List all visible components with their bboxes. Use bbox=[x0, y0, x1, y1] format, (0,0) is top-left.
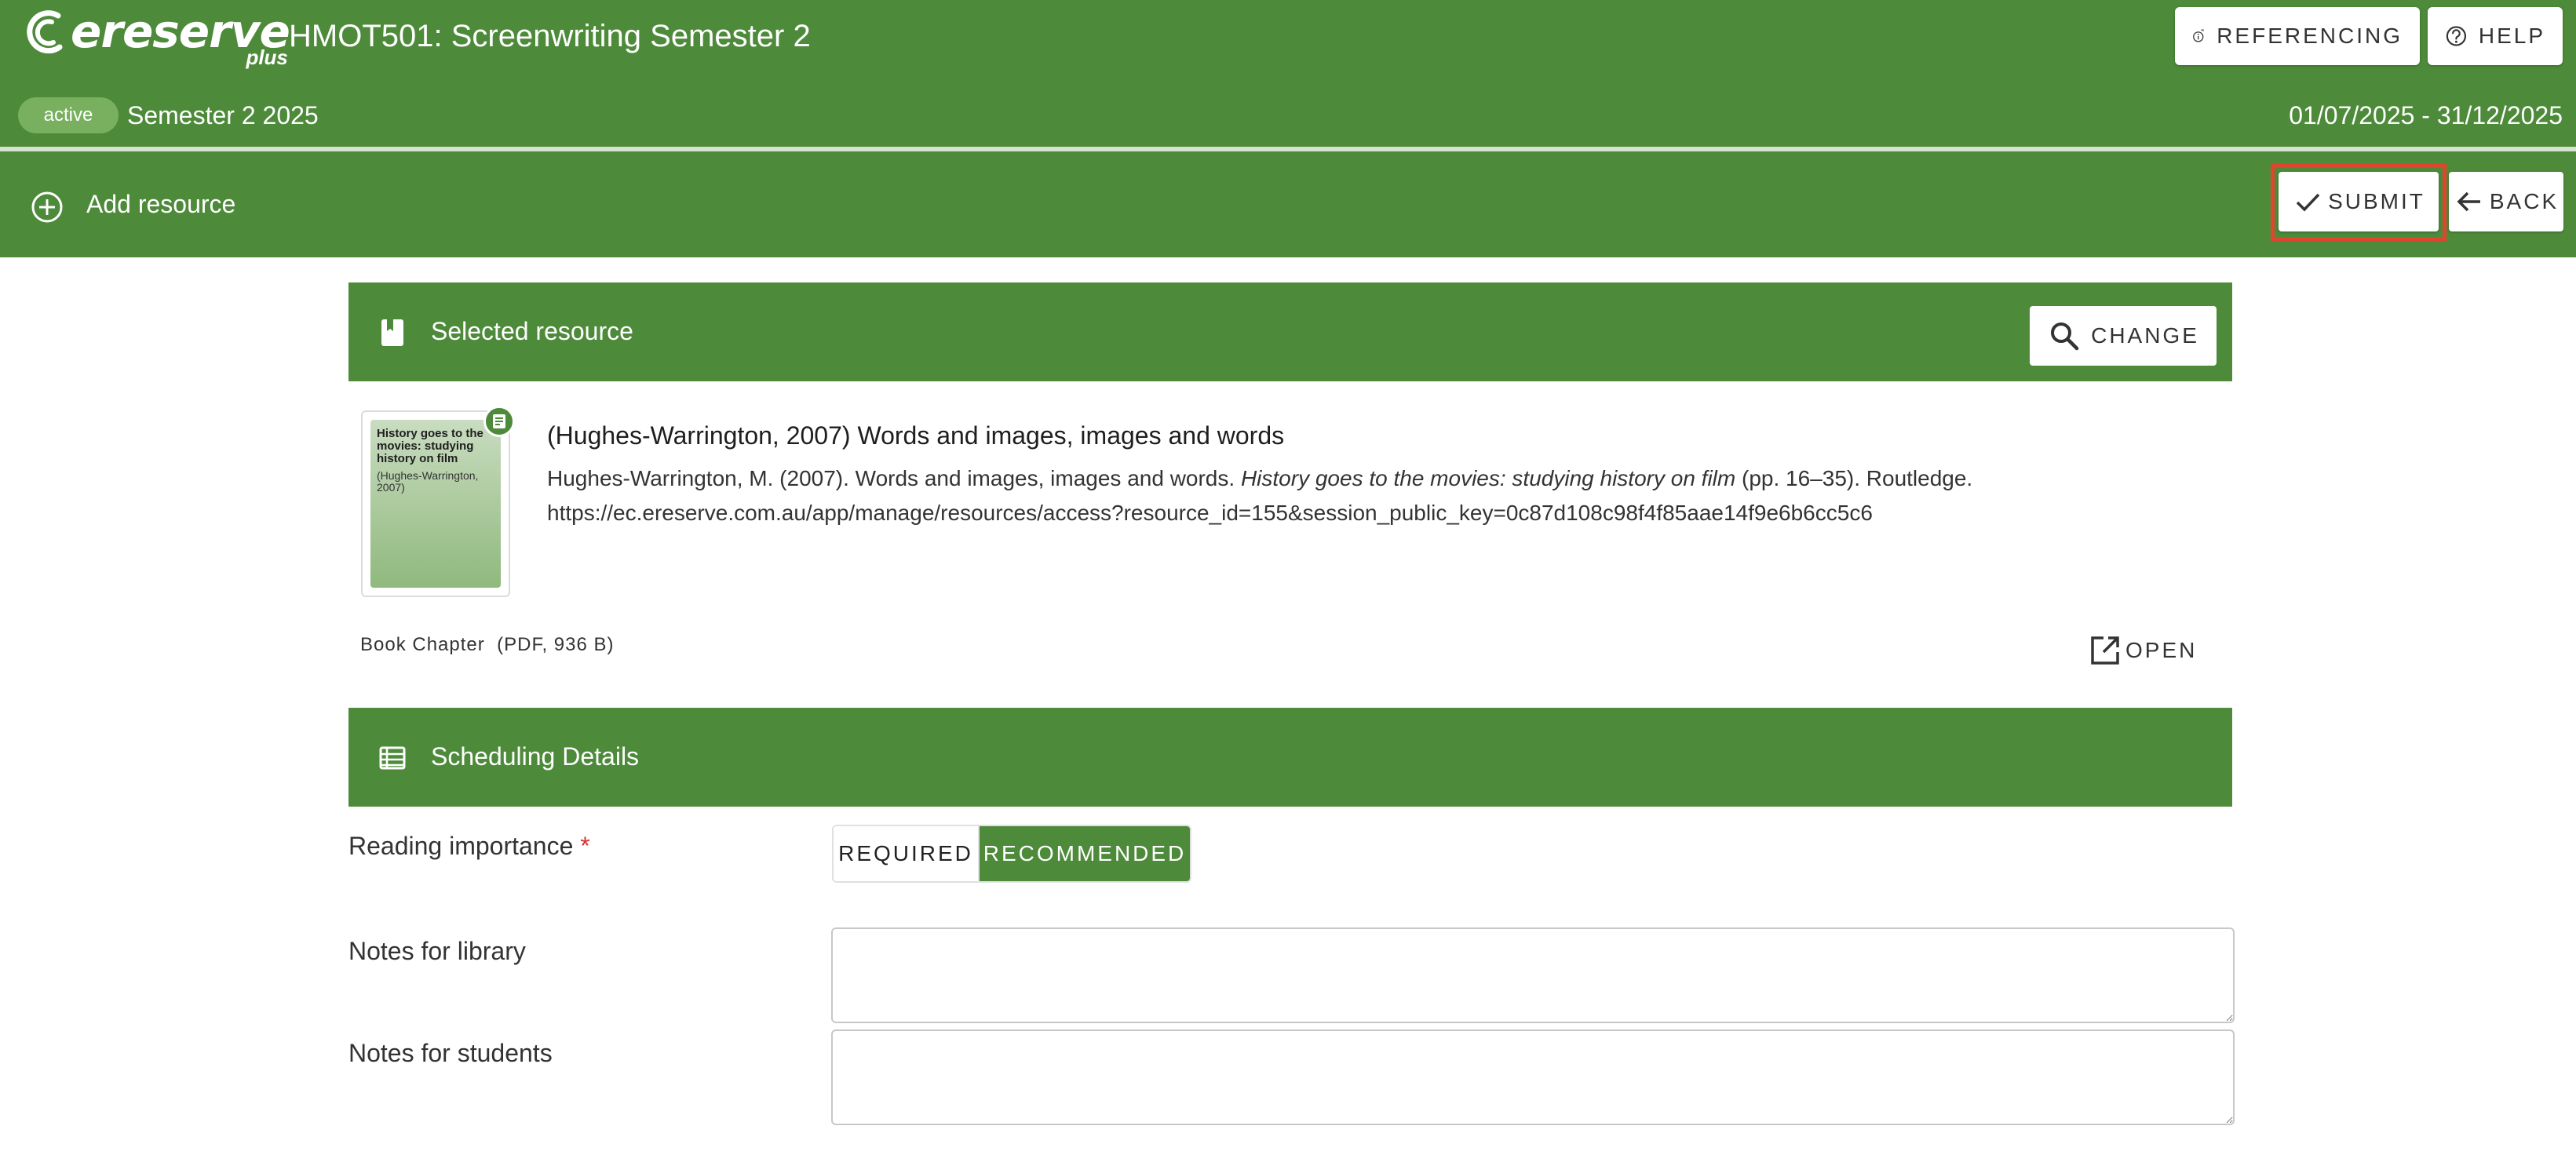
thumbnail-title: History goes to the movies: studying his… bbox=[377, 427, 483, 465]
submit-label: SUBMIT bbox=[2328, 189, 2425, 213]
selected-resource-header: Selected resource CHANGE bbox=[348, 282, 2232, 381]
help-button[interactable]: HELP bbox=[2428, 7, 2563, 65]
semester-label: Semester 2 2025 bbox=[127, 101, 319, 129]
course-title: HMOT501: Screenwriting Semester 2 bbox=[289, 19, 811, 53]
help-label: HELP bbox=[2478, 24, 2545, 48]
citation-suffix: (pp. 16–35). Routledge. bbox=[1735, 466, 1973, 490]
referencing-button[interactable]: ❞ REFERENCING bbox=[2175, 7, 2420, 65]
change-button[interactable]: CHANGE bbox=[2030, 306, 2217, 366]
reading-importance-toggle[interactable]: REQUIRED RECOMMENDED bbox=[832, 825, 1191, 883]
notes-students-field[interactable] bbox=[831, 1029, 2235, 1125]
logo-mark-icon bbox=[27, 10, 63, 54]
ereserve-logo[interactable]: ereserve plus bbox=[24, 6, 290, 69]
svg-text:❞: ❞ bbox=[2201, 29, 2205, 35]
info-quote-icon: ❞ bbox=[2193, 29, 2205, 42]
add-circle-icon bbox=[31, 191, 63, 223]
page-title: Add resource bbox=[86, 190, 236, 218]
logo-plus-text: plus bbox=[246, 46, 288, 69]
required-option[interactable]: REQUIRED bbox=[834, 826, 980, 881]
scheduling-title: Scheduling Details bbox=[431, 742, 640, 771]
notes-students-label: Notes for students bbox=[348, 1039, 553, 1067]
resource-type: Book Chapter bbox=[360, 634, 485, 655]
open-external-icon bbox=[2091, 636, 2119, 665]
search-icon bbox=[2051, 322, 2079, 351]
required-marker: * bbox=[580, 832, 590, 860]
document-badge-icon bbox=[483, 406, 515, 437]
resource-type-info: Book Chapter (PDF, 936 B) bbox=[360, 632, 615, 658]
date-range: 01/07/2025 - 31/12/2025 bbox=[2289, 101, 2563, 129]
resource-url: https://ec.ereserve.com.au/app/manage/re… bbox=[547, 501, 1873, 525]
list-table-icon bbox=[379, 746, 406, 770]
scheduling-header: Scheduling Details bbox=[348, 708, 2232, 807]
referencing-label: REFERENCING bbox=[2217, 24, 2403, 48]
selected-resource-title: Selected resource bbox=[431, 317, 633, 345]
book-icon bbox=[381, 319, 403, 346]
notes-library-field[interactable] bbox=[831, 927, 2235, 1023]
check-icon bbox=[2296, 193, 2320, 212]
reading-importance-label: Reading importance * bbox=[348, 832, 590, 860]
book-cover: History goes to the movies: studying his… bbox=[370, 420, 501, 588]
action-bar: Add resource bbox=[0, 151, 2576, 257]
resource-thumbnail[interactable]: History goes to the movies: studying his… bbox=[361, 406, 515, 597]
back-label: BACK bbox=[2489, 189, 2560, 213]
citation-prefix: Hughes-Warrington, M. (2007). Words and … bbox=[547, 466, 1241, 490]
change-label: CHANGE bbox=[2091, 323, 2199, 348]
citation-book-title: History goes to the movies: studying his… bbox=[1240, 466, 1736, 490]
help-circle-icon bbox=[2446, 26, 2467, 46]
submit-button[interactable]: SUBMIT bbox=[2279, 172, 2439, 231]
arrow-left-icon bbox=[2457, 191, 2480, 212]
resource-heading: (Hughes-Warrington, 2007) Words and imag… bbox=[547, 421, 1285, 450]
thumbnail-author: (Hughes-Warrington, 2007) bbox=[377, 469, 479, 494]
open-button[interactable]: OPEN bbox=[2088, 631, 2197, 670]
notes-library-label: Notes for library bbox=[348, 937, 526, 965]
resource-citation: Hughes-Warrington, M. (2007). Words and … bbox=[547, 461, 2195, 530]
recommended-option[interactable]: RECOMMENDED bbox=[980, 826, 1190, 881]
status-badge: active bbox=[18, 97, 119, 133]
resource-file-info: (PDF, 936 B) bbox=[497, 634, 615, 655]
open-label: OPEN bbox=[2125, 638, 2198, 662]
app-header: ereserve plus HMOT501: Screenwriting Sem… bbox=[0, 0, 2576, 149]
back-button[interactable]: BACK bbox=[2449, 172, 2563, 231]
